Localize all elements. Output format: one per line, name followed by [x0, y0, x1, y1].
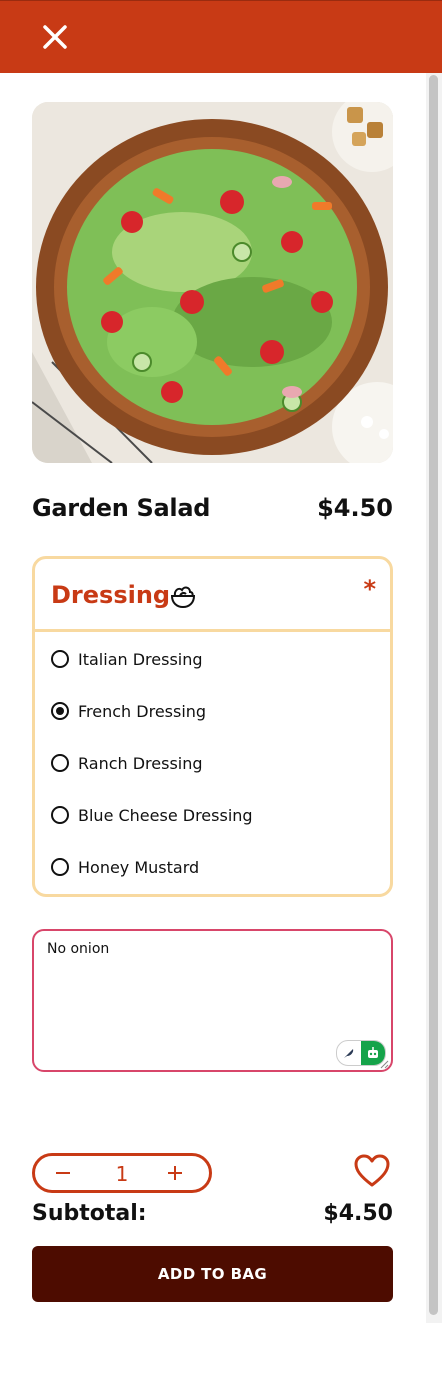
feather-icon[interactable]: [337, 1041, 361, 1065]
close-icon: [43, 25, 67, 49]
scrollbar[interactable]: [426, 73, 442, 1323]
product-image: [32, 102, 393, 463]
option-blue-cheese-dressing[interactable]: Blue Cheese Dressing: [51, 800, 253, 830]
option-honey-mustard[interactable]: Honey Mustard: [51, 852, 199, 882]
radio-button[interactable]: [51, 650, 69, 668]
option-group-title: Dressing: [51, 581, 171, 609]
increase-quantity-button[interactable]: [161, 1159, 189, 1187]
option-italian-dressing[interactable]: Italian Dressing: [51, 644, 203, 674]
dressing-option-group: Dressing * Italian Dressing French Dress…: [32, 556, 393, 897]
close-button[interactable]: [38, 20, 72, 54]
option-ranch-dressing[interactable]: Ranch Dressing: [51, 748, 203, 778]
heart-icon[interactable]: [354, 1154, 390, 1188]
add-to-bag-button[interactable]: ADD TO BAG: [32, 1246, 393, 1302]
salad-bowl-icon: [170, 586, 196, 609]
option-french-dressing[interactable]: French Dressing: [51, 696, 206, 726]
option-label: French Dressing: [78, 701, 207, 721]
scrollbar-thumb[interactable]: [429, 75, 438, 1315]
option-label: Italian Dressing: [78, 649, 203, 669]
product-title: Garden Salad: [32, 494, 211, 522]
option-group-header: Dressing *: [35, 559, 390, 632]
required-indicator: *: [363, 575, 376, 603]
radio-button[interactable]: [51, 754, 69, 772]
subtotal-label: Subtotal:: [32, 1201, 147, 1226]
resize-grip-icon[interactable]: [379, 1059, 389, 1069]
plus-icon: [168, 1166, 182, 1180]
option-label: Blue Cheese Dressing: [78, 805, 253, 825]
option-label: Honey Mustard: [78, 857, 200, 877]
product-price: $4.50: [317, 494, 393, 522]
radio-button[interactable]: [51, 806, 69, 824]
quantity-stepper: 1: [32, 1153, 212, 1193]
radio-button-selected[interactable]: [51, 702, 69, 720]
option-label: Ranch Dressing: [78, 753, 203, 773]
radio-button[interactable]: [51, 858, 69, 876]
top-bar: [0, 0, 442, 73]
subtotal-value: $4.50: [323, 1201, 393, 1226]
